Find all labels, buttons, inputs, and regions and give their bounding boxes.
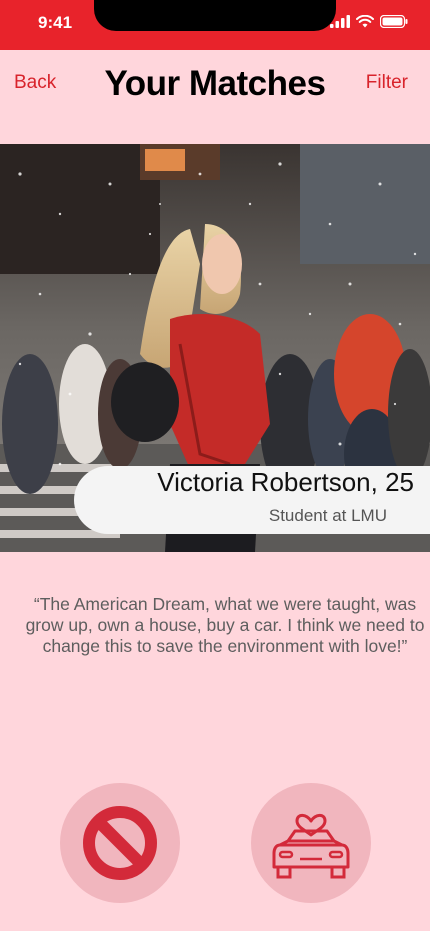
filter-button[interactable]: Filter	[366, 72, 408, 94]
status-time: 9:41	[38, 13, 73, 32]
header: Back Your Matches Filter	[0, 50, 430, 144]
profile-name: Victoria Robertson, 25	[157, 467, 414, 497]
reject-button[interactable]	[60, 783, 180, 903]
block-icon	[83, 806, 157, 880]
profile-name-card: Victoria Robertson, 25 Student at LMU	[74, 466, 430, 534]
signal-icon	[330, 15, 350, 28]
date-button[interactable]	[251, 783, 371, 903]
profile-quote: “The American Dream, what we were taught…	[25, 594, 425, 656]
battery-icon	[380, 15, 408, 28]
status-icons	[330, 15, 408, 28]
profile-occupation: Student at LMU	[268, 506, 387, 525]
status-bar: 9:41	[0, 0, 430, 50]
wifi-icon	[356, 15, 374, 28]
car-heart-icon	[272, 813, 350, 879]
notch	[94, 0, 336, 31]
